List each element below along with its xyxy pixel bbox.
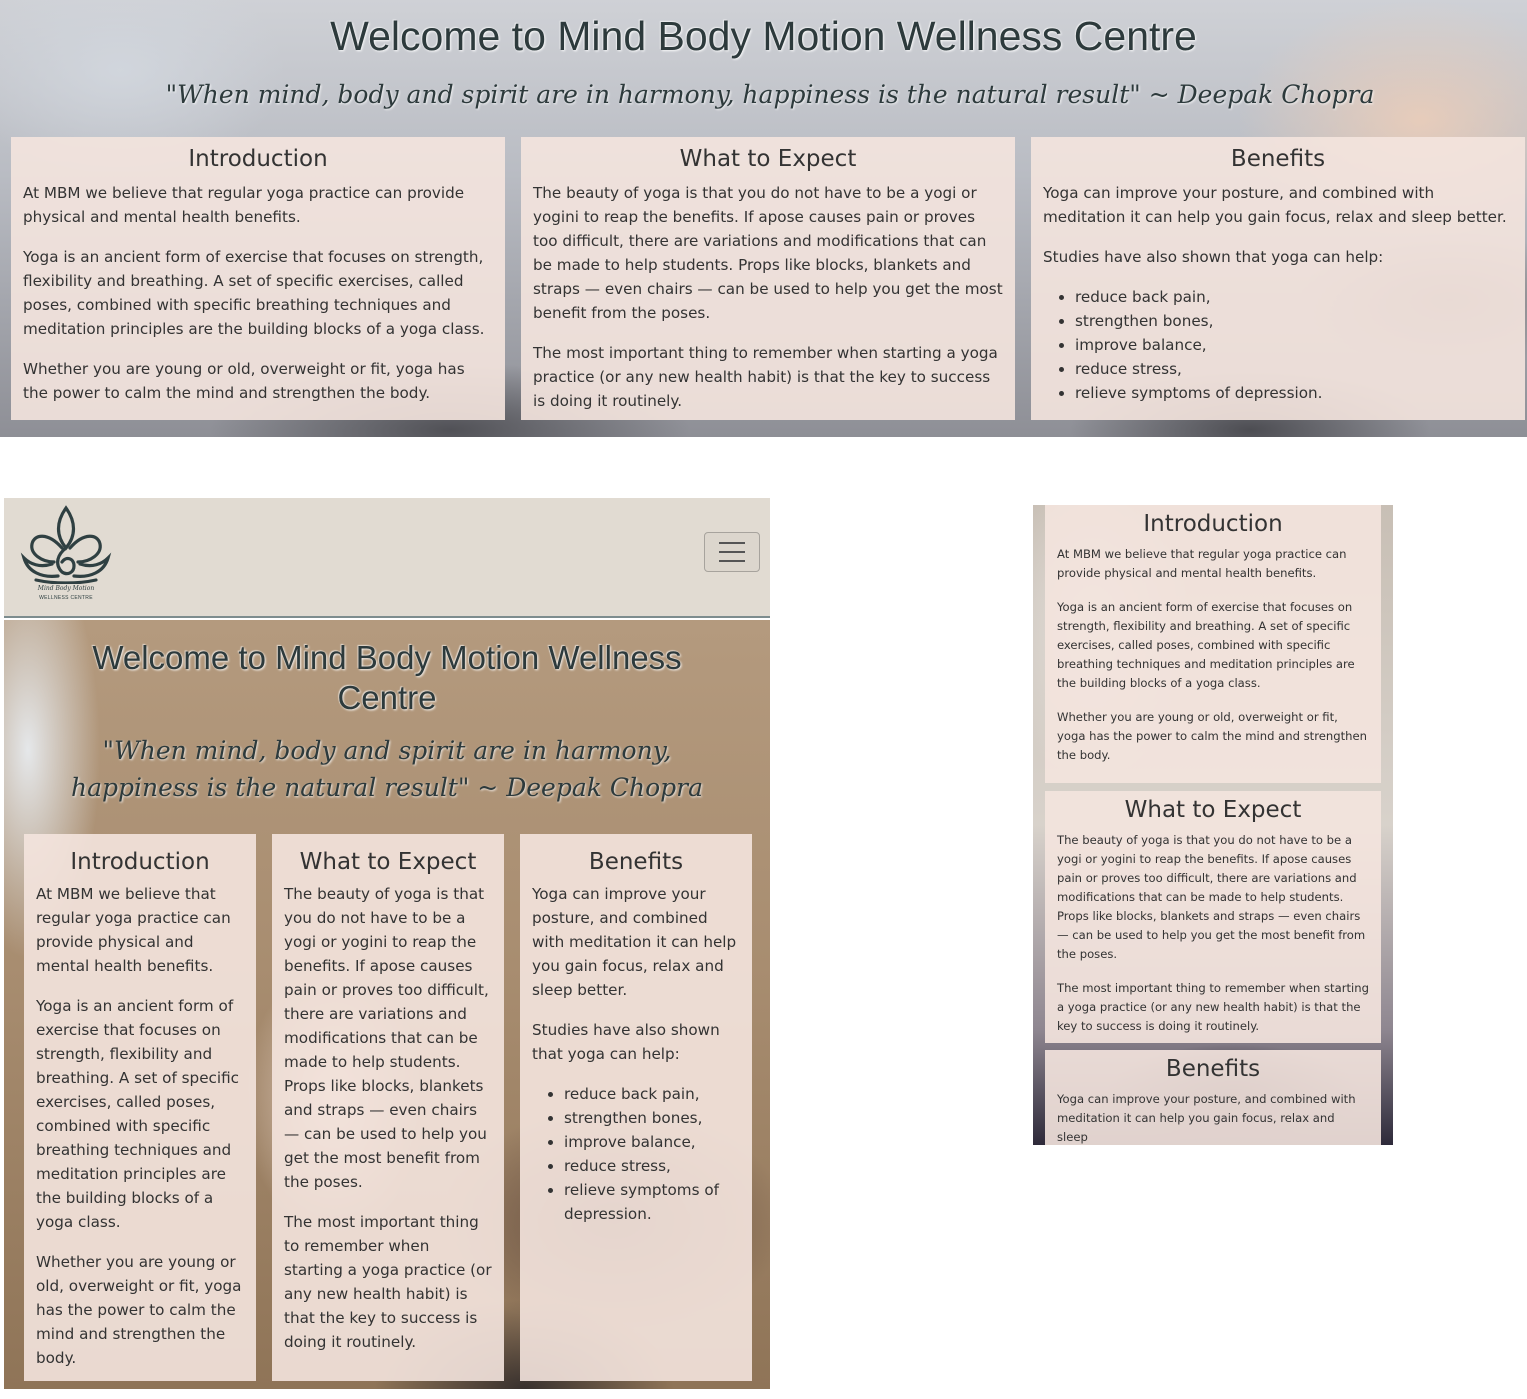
intro-paragraph: At MBM we believe that regular yoga prac…	[23, 184, 465, 226]
intro-card: Introduction At MBM we believe that regu…	[24, 834, 256, 1381]
intro-paragraph: Yoga is an ancient form of exercise that…	[23, 248, 485, 338]
intro-paragraph: Whether you are young or old, overweight…	[36, 1253, 242, 1367]
expect-paragraph: The most important thing to remember whe…	[284, 1213, 492, 1351]
menu-toggle-button[interactable]	[704, 532, 760, 572]
intro-paragraph: At MBM we believe that regular yoga prac…	[36, 885, 231, 975]
expect-card: What to Expect The beauty of yoga is tha…	[521, 137, 1015, 420]
intro-heading: Introduction	[188, 146, 328, 172]
page-title: Welcome to Mind Body Motion Wellness Cen…	[92, 639, 682, 716]
list-item: strengthen bones,	[1075, 309, 1513, 333]
expect-card: What to Expect The beauty of yoga is tha…	[1045, 791, 1381, 1043]
intro-paragraph: At MBM we believe that regular yoga prac…	[1057, 547, 1347, 580]
hero-quote: "When mind, body and spirit are in harmo…	[165, 80, 1375, 109]
hero-section: Welcome to Mind Body Motion Wellness Cen…	[4, 620, 770, 1389]
hamburger-icon	[719, 560, 745, 562]
hamburger-icon	[719, 551, 745, 553]
intro-heading: Introduction	[70, 849, 210, 875]
benefits-paragraph: Yoga can improve your posture, and combi…	[1057, 1092, 1356, 1144]
expect-heading: What to Expect	[679, 146, 857, 172]
intro-card: Introduction At MBM we believe that regu…	[1045, 505, 1381, 783]
logo-text: Mind Body Motion	[37, 585, 95, 592]
expect-heading: What to Expect	[299, 849, 477, 875]
hamburger-icon	[719, 542, 745, 544]
tablet-preview: Mind Body Motion WELLNESS CENTRE Welcome…	[4, 498, 770, 1389]
intro-heading: Introduction	[1143, 511, 1283, 537]
benefits-card: Benefits Yoga can improve your posture, …	[1045, 1050, 1381, 1145]
benefits-card: Benefits Yoga can improve your posture, …	[520, 834, 752, 1381]
logo-subtext: WELLNESS CENTRE	[39, 595, 93, 601]
benefits-list: reduce back pain, strengthen bones, impr…	[1043, 285, 1513, 405]
hero-quote: "When mind, body and spirit are in harmo…	[71, 736, 703, 802]
benefits-paragraph: Yoga can improve your posture, and combi…	[1043, 184, 1507, 226]
list-item: reduce back pain,	[564, 1082, 740, 1106]
benefits-card: Benefits Yoga can improve your posture, …	[1031, 137, 1525, 420]
expect-paragraph: The beauty of yoga is that you do not ha…	[1057, 833, 1366, 961]
list-item: reduce stress,	[564, 1154, 740, 1178]
benefits-paragraph: Yoga can improve your posture, and combi…	[532, 885, 737, 999]
expect-paragraph: The beauty of yoga is that you do not ha…	[533, 184, 1003, 322]
intro-paragraph: Yoga is an ancient form of exercise that…	[1057, 600, 1355, 690]
benefits-list: reduce back pain, strengthen bones, impr…	[532, 1082, 740, 1226]
benefits-heading: Benefits	[1165, 1056, 1261, 1082]
expect-paragraph: The beauty of yoga is that you do not ha…	[284, 885, 489, 1191]
expect-heading: What to Expect	[1124, 797, 1302, 823]
list-item: reduce stress,	[1075, 357, 1513, 381]
mobile-preview: Introduction At MBM we believe that regu…	[1033, 505, 1393, 1145]
intro-paragraph: Yoga is an ancient form of exercise that…	[36, 997, 240, 1231]
expect-paragraph: The most important thing to remember whe…	[1057, 981, 1369, 1033]
list-item: reduce back pain,	[1075, 285, 1513, 309]
desktop-preview: Welcome to Mind Body Motion Wellness Cen…	[0, 0, 1527, 437]
intro-paragraph: Whether you are young or old, overweight…	[1057, 710, 1367, 762]
benefits-heading: Benefits	[1230, 146, 1326, 172]
benefits-paragraph: Studies have also shown that yoga can he…	[532, 1021, 720, 1063]
benefits-heading: Benefits	[588, 849, 684, 875]
benefits-paragraph: Studies have also shown that yoga can he…	[1043, 248, 1384, 266]
list-item: relieve symptoms of depression.	[1075, 381, 1513, 405]
lotus-logo-icon[interactable]: Mind Body Motion WELLNESS CENTRE	[18, 502, 114, 606]
expect-paragraph: The most important thing to remember whe…	[533, 344, 998, 410]
expect-card: What to Expect The beauty of yoga is tha…	[272, 834, 504, 1381]
page-title: Welcome to Mind Body Motion Wellness Cen…	[330, 13, 1197, 59]
intro-paragraph: Whether you are young or old, overweight…	[23, 360, 465, 402]
list-item: strengthen bones,	[564, 1106, 740, 1130]
list-item: improve balance,	[1075, 333, 1513, 357]
lotus-icon	[20, 505, 112, 585]
list-item: improve balance,	[564, 1130, 740, 1154]
navbar: Mind Body Motion WELLNESS CENTRE	[4, 498, 770, 618]
intro-card: Introduction At MBM we believe that regu…	[11, 137, 505, 420]
list-item: relieve symptoms of depression.	[564, 1178, 740, 1226]
